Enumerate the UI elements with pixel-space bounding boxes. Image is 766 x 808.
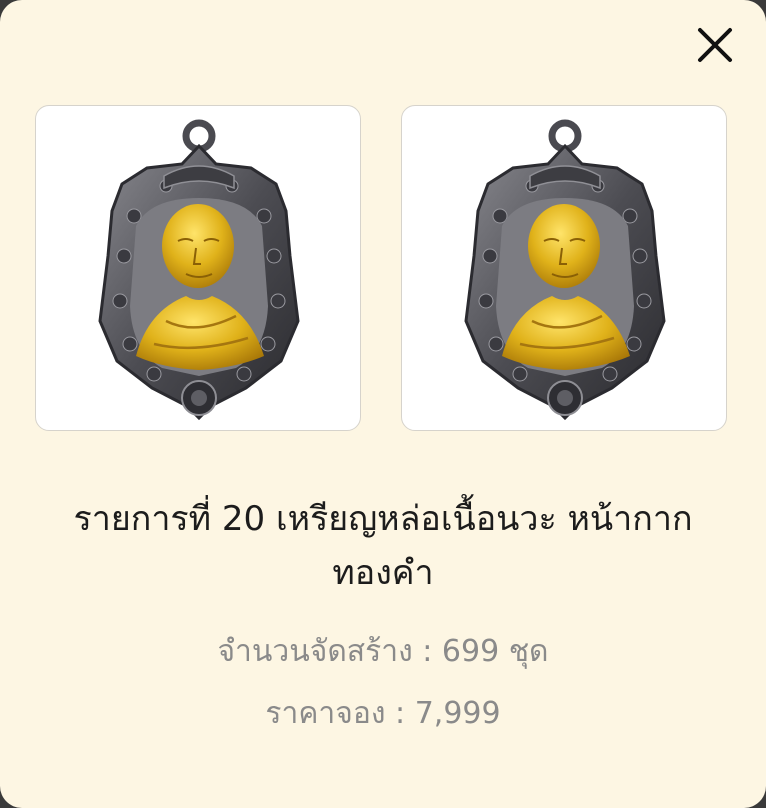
price-text: ราคาจอง : 7,999 xyxy=(265,696,501,731)
medal-image xyxy=(464,119,666,421)
item-title: รายการที่ 20 เหรียญหล่อเนื้อนวะ หน้ากากท… xyxy=(73,499,693,593)
quantity-text: จำนวนจัดสร้าง : 699 ชุด xyxy=(217,634,549,669)
product-image-card-1[interactable] xyxy=(35,105,361,431)
close-icon xyxy=(698,28,732,62)
product-modal: รายการที่ 20 เหรียญหล่อเนื้อนวะ หน้ากากท… xyxy=(0,0,766,808)
close-button[interactable] xyxy=(694,24,736,66)
product-image-card-2[interactable] xyxy=(401,105,727,431)
medal-image xyxy=(98,119,300,421)
